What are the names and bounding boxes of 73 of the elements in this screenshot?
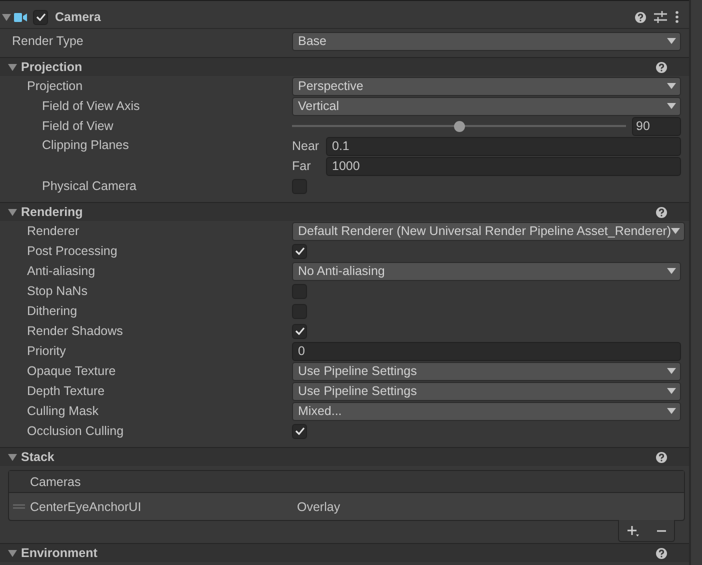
help-icon[interactable]	[656, 62, 667, 72]
dropdown-caret-icon	[671, 228, 680, 234]
section-header[interactable]: Rendering	[0, 202, 689, 221]
dropdown-caret-icon	[667, 103, 676, 109]
field-label: Priority	[26, 344, 67, 358]
field-label: Stop NaNs	[26, 284, 88, 298]
dropdown-caret-icon	[667, 388, 676, 394]
sliders-icon[interactable]	[654, 11, 667, 23]
field-label: Culling Mask	[26, 404, 100, 418]
dropdown-caret-icon	[667, 38, 676, 44]
dropdown[interactable]: Perspective	[292, 76, 681, 96]
drag-handle-icon[interactable]	[13, 504, 25, 509]
help-icon[interactable]	[656, 452, 667, 462]
field-label: Field of View	[41, 119, 114, 133]
checkbox[interactable]	[292, 244, 307, 258]
field-label: Far	[292, 159, 312, 173]
field-label: Render Type	[11, 34, 84, 48]
field-label: Clipping Planes	[41, 137, 130, 152]
plus-icon	[627, 524, 640, 536]
dropdown[interactable]: Default Renderer (New Universal Render Pipeline Asset_Renderer)	[292, 222, 686, 240]
input-field[interactable]: 1000	[326, 156, 681, 176]
add-button[interactable]	[627, 524, 640, 536]
foldout-arrow-icon[interactable]	[2, 12, 11, 22]
camera-name: CenterEyeAnchorUI	[30, 500, 142, 514]
camera-type: Overlay	[297, 500, 342, 514]
field-label: Near	[292, 139, 320, 153]
input-field[interactable]: 90	[632, 116, 681, 136]
more-icon[interactable]	[675, 11, 679, 23]
camera-icon	[14, 12, 27, 22]
field-label: Depth Texture	[26, 384, 106, 398]
check-icon	[294, 327, 304, 335]
dropdown[interactable]: No Anti-aliasing	[292, 262, 681, 280]
section-header[interactable]: Projection	[0, 57, 689, 76]
section-header[interactable]: Stack	[0, 447, 689, 466]
dropdown-caret-icon	[667, 368, 676, 374]
check-icon	[294, 247, 304, 255]
slider-thumb[interactable]	[454, 120, 464, 132]
help-icon[interactable]	[656, 548, 667, 558]
foldout-arrow-icon[interactable]	[8, 62, 17, 72]
input-field[interactable]: 0.1	[326, 136, 681, 156]
component-title: Camera	[55, 10, 101, 24]
dropdown[interactable]: Use Pipeline Settings	[292, 362, 681, 380]
field-label: Anti-aliasing	[26, 264, 96, 278]
dropdown[interactable]: Base	[292, 32, 681, 50]
list-item[interactable]: CenterEyeAnchorUI Overlay	[9, 493, 684, 520]
checkbox[interactable]	[292, 424, 307, 438]
field-label: Renderer	[26, 224, 80, 238]
list-header: Cameras	[30, 474, 81, 488]
help-icon[interactable]	[635, 12, 646, 22]
check-icon	[294, 427, 304, 435]
field-label: Render Shadows	[26, 324, 124, 338]
dropdown-caret-icon	[667, 268, 676, 274]
section-header[interactable]: Environment	[0, 543, 689, 562]
field-label: Dithering	[26, 304, 78, 318]
dropdown[interactable]: Use Pipeline Settings	[292, 382, 681, 400]
field-label: Occlusion Culling	[26, 424, 125, 438]
dropdown[interactable]: Vertical	[292, 96, 681, 116]
field-label: Opaque Texture	[26, 364, 117, 378]
field-label: Physical Camera	[41, 179, 138, 193]
foldout-arrow-icon[interactable]	[8, 452, 17, 462]
check-icon	[36, 13, 46, 21]
help-icon[interactable]	[656, 206, 667, 218]
dropdown[interactable]: Mixed...	[292, 402, 681, 420]
field-label: Projection	[26, 79, 84, 93]
checkbox[interactable]	[33, 10, 48, 24]
checkbox[interactable]	[292, 324, 307, 338]
dropdown-caret-icon	[667, 408, 676, 414]
field-label: Post Processing	[26, 244, 118, 258]
input-field[interactable]: 0	[292, 342, 681, 360]
foldout-arrow-icon[interactable]	[8, 208, 17, 216]
foldout-arrow-icon[interactable]	[8, 548, 17, 558]
dropdown-caret-icon	[667, 83, 676, 89]
field-label: Field of View Axis	[41, 99, 141, 113]
